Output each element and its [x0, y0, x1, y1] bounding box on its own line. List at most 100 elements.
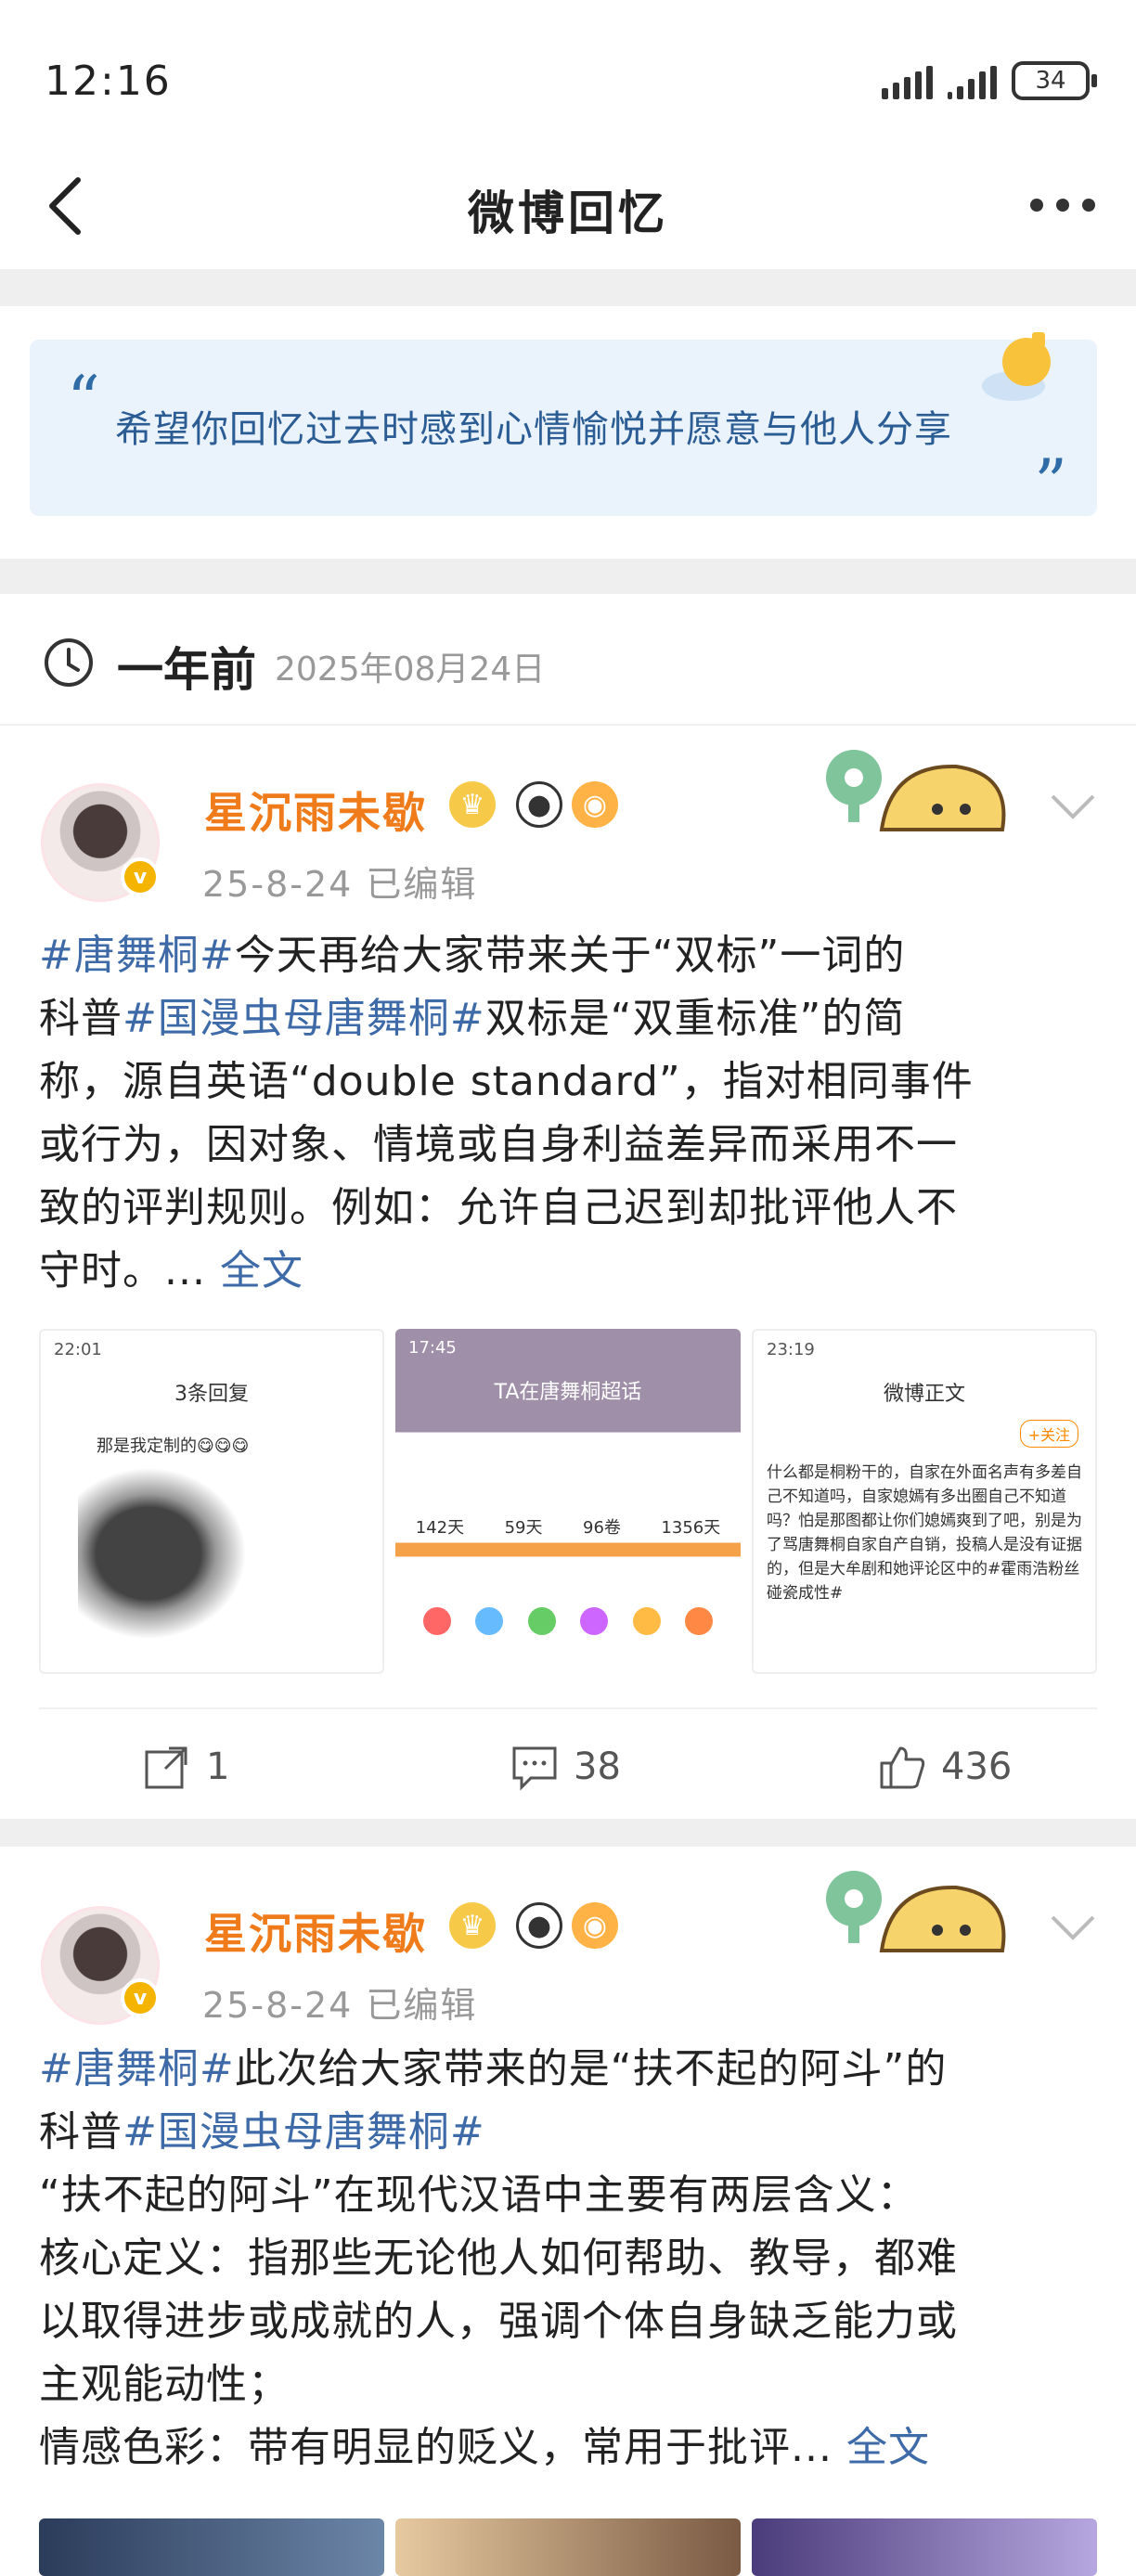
image-thumbnail[interactable]: 23:19 微博正文 +关注 什么都是桐粉干的，自家在外面名声有多差自己不知道吗…	[752, 1329, 1097, 1674]
text-span: 守时。...	[39, 1247, 206, 1294]
text-span: 情感色彩：带有明显的贬义，常用于批评...	[39, 2424, 833, 2471]
scribble-blur	[78, 1461, 254, 1646]
status-indicators: 34	[882, 61, 1097, 100]
thumb-line: 那是我定制的😋😋😋	[97, 1436, 250, 1456]
image-thumbnail[interactable]: 17:45 TA在唐舞桐超话 142天 59天 96卷 1356天	[395, 1329, 741, 1674]
text-span: 此次给大家带来的是“扶不起的阿斗”的	[234, 2045, 948, 2093]
hashtag-link[interactable]: #国漫虫母唐舞桐#	[123, 2108, 485, 2156]
bell-moon-icon	[982, 332, 1051, 401]
divider	[0, 1819, 1136, 1847]
thumb-status: 22:01	[54, 1340, 102, 1359]
time-ago: 一年前	[117, 643, 256, 697]
thumb-status: 23:19	[767, 1340, 815, 1359]
time-date: 2025年08月24日	[275, 650, 546, 689]
thumb-title: TA在唐舞桐超话	[494, 1381, 642, 1404]
stat-value: 59天	[504, 1518, 543, 1538]
status-time: 12:16	[45, 58, 172, 105]
text-span: 科普	[39, 995, 123, 1042]
image-thumbnail[interactable]	[395, 2518, 741, 2576]
more-icon[interactable]	[1030, 199, 1095, 212]
post-meta: 25-8-24 已编辑	[202, 1985, 478, 2026]
image-thumbnail[interactable]: 22:01 3条回复 那是我定制的😋😋😋	[39, 1329, 384, 1674]
text-line: 主观能动性；	[39, 2361, 290, 2408]
divider	[0, 559, 1136, 594]
text-line: 称，源自英语“double standard”，指对相同事件	[39, 1058, 974, 1105]
text-span: 今天再给大家带来关于“双标”一词的	[234, 932, 906, 979]
repost-icon	[145, 1746, 187, 1789]
image-thumbnail[interactable]	[39, 2518, 384, 2576]
thumbs-up-icon	[880, 1746, 925, 1789]
hashtag-link[interactable]: #国漫虫母唐舞桐#	[123, 995, 485, 1042]
signal-icon-2	[948, 62, 997, 99]
bread-decoration-icon	[879, 1885, 1006, 1952]
open-quote-icon: “	[67, 362, 100, 438]
full-text-link[interactable]: 全文	[846, 2424, 930, 2471]
verified-icon: v	[121, 857, 160, 896]
post-text: #唐舞桐#今天再给大家带来关于“双标”一词的 科普#国漫虫母唐舞桐#双标是“双重…	[39, 924, 1097, 1303]
username[interactable]: 星沉雨未歇	[204, 1900, 427, 1962]
stat-value: 96卷	[583, 1518, 621, 1538]
username[interactable]: 星沉雨未歇	[204, 779, 427, 841]
fish-badge-icon: ◉	[572, 781, 618, 828]
close-quote-icon: ”	[1034, 445, 1067, 522]
chevron-down-icon[interactable]	[1049, 792, 1097, 820]
text-span: 科普	[39, 2108, 123, 2156]
text-line: #唐舞桐#今天再给大家带来关于“双标”一词的	[39, 924, 1097, 987]
text-line: 情感色彩：带有明显的贬义，常用于批评... 全文	[39, 2416, 1097, 2479]
battery-level: 34	[1035, 67, 1066, 95]
crown-badge-icon: ♛	[449, 1902, 496, 1949]
image-thumbnail[interactable]	[752, 2518, 1097, 2576]
repost-count: 1	[206, 1745, 230, 1788]
banner-card: “ 希望你回忆过去时感到心情愉悦并愿意与他人分享 ”	[30, 332, 1097, 522]
status-bar: 12:16 34	[0, 0, 1136, 139]
top-nav: 微博回忆	[0, 139, 1136, 269]
hashtag-link[interactable]: #唐舞桐#	[39, 932, 235, 979]
chevron-down-icon[interactable]	[1049, 1913, 1097, 1941]
post-card[interactable]: v 星沉雨未歇 ♛ ● ◉ 25-8-24 已编辑 #唐舞桐#今天再给大家带来关…	[0, 728, 1136, 1819]
panda-badge-icon: ●	[516, 1902, 562, 1949]
badge-row	[423, 1607, 713, 1635]
action-bar: 1 38 436	[39, 1707, 1097, 1819]
full-text-link[interactable]: 全文	[220, 1247, 303, 1294]
post-meta: 25-8-24 已编辑	[202, 864, 478, 905]
panda-badge-icon: ●	[516, 781, 562, 828]
comment-icon	[512, 1746, 557, 1791]
text-line: 守时。... 全文	[39, 1240, 1097, 1303]
post-text: #唐舞桐#此次给大家带来的是“扶不起的阿斗”的 科普#国漫虫母唐舞桐# “扶不起…	[39, 2038, 1097, 2479]
thumb-status: 17:45	[408, 1338, 457, 1358]
text-line: 以取得进步或成就的人，强调个体自身缺乏能力或	[39, 2298, 958, 2345]
stats-row: 142天 59天 96卷 1356天	[395, 1514, 741, 1539]
time-section: 一年前 2025年08月24日	[0, 594, 1136, 726]
stat-value: 1356天	[661, 1518, 721, 1538]
signal-icon	[882, 62, 933, 99]
text-line: #唐舞桐#此次给大家带来的是“扶不起的阿斗”的	[39, 2038, 1097, 2101]
memory-banner: “ 希望你回忆过去时感到心情愉悦并愿意与他人分享 ”	[0, 306, 1136, 559]
text-line: 或行为，因对象、情境或自身利益差异而采用不一	[39, 1121, 958, 1168]
like-button[interactable]: 436	[878, 1743, 1012, 1791]
text-span: 双标是“双重标准”的简	[484, 995, 906, 1042]
crown-badge-icon: ♛	[449, 781, 496, 828]
text-line: “扶不起的阿斗”在现代汉语中主要有两层含义：	[39, 2171, 919, 2219]
thumb-body: 什么都是桐粉干的，自家在外面名声有多差自己不知道吗，自家媳嫣有多出圈自己不知道吗…	[767, 1463, 1082, 1603]
page-title: 微博回忆	[468, 187, 668, 240]
text-line: 科普#国漫虫母唐舞桐#双标是“双重标准”的简	[39, 987, 1097, 1050]
comment-count: 38	[574, 1745, 621, 1788]
stat-value: 142天	[415, 1518, 465, 1538]
clock-icon	[45, 638, 93, 687]
like-count: 436	[941, 1745, 1013, 1788]
thumb-title: 3条回复	[174, 1383, 249, 1406]
text-line: 致的评判规则。例如：允许自己迟到却批评他人不	[39, 1184, 958, 1231]
divider	[0, 269, 1136, 306]
thumb-title: 微博正文	[883, 1383, 965, 1406]
comment-button[interactable]: 38	[510, 1743, 621, 1791]
text-line: 科普#国漫虫母唐舞桐#	[39, 2101, 1097, 2164]
bread-decoration-icon	[879, 764, 1006, 831]
follow-button: +关注	[1019, 1420, 1078, 1448]
post-card[interactable]: v 星沉雨未歇 ♛ ● ◉ 25-8-24 已编辑 #唐舞桐#此次给大家带来的是…	[0, 1847, 1136, 2576]
hashtag-link[interactable]: #唐舞桐#	[39, 2045, 235, 2093]
repost-button[interactable]: 1	[143, 1743, 229, 1791]
battery-icon: 34	[1012, 61, 1097, 100]
fish-badge-icon: ◉	[572, 1902, 618, 1949]
text-line: 核心定义：指那些无论他人如何帮助、教导，都难	[39, 2235, 958, 2282]
verified-icon: v	[121, 1978, 160, 2017]
